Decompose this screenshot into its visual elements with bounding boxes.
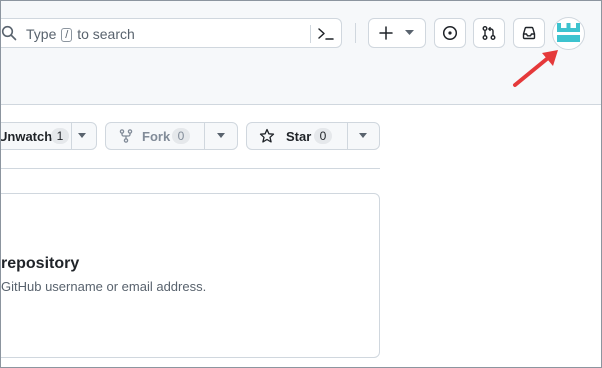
star-icon bbox=[259, 128, 275, 143]
create-new-button[interactable] bbox=[368, 18, 426, 48]
search-placeholder-post: to search bbox=[77, 26, 135, 42]
search-icon bbox=[1, 25, 17, 41]
search-placeholder: Type / to search bbox=[26, 26, 135, 43]
command-palette-icon[interactable] bbox=[317, 26, 335, 42]
fork-count: 0 bbox=[172, 128, 190, 144]
watch-separator bbox=[71, 123, 72, 149]
fork-separator bbox=[204, 123, 205, 149]
watch-button[interactable]: Unwatch 1 bbox=[0, 122, 97, 150]
header-divider bbox=[355, 23, 356, 43]
triangle-down-icon bbox=[405, 30, 414, 35]
search-placeholder-pre: Type bbox=[26, 26, 57, 42]
card-description: GitHub username or email address. bbox=[1, 279, 207, 294]
collaborators-card bbox=[1, 193, 380, 358]
fork-label: Fork bbox=[142, 129, 171, 144]
card-title: repository bbox=[1, 255, 80, 272]
star-count: 0 bbox=[314, 128, 332, 144]
star-separator bbox=[347, 123, 348, 149]
top-header: Type / to search bbox=[1, 1, 601, 105]
section-divider bbox=[1, 168, 380, 169]
star-dropdown-icon[interactable] bbox=[359, 133, 367, 138]
star-button[interactable]: Star 0 bbox=[246, 122, 380, 150]
issue-opened-icon bbox=[442, 25, 458, 41]
inbox-button[interactable] bbox=[513, 18, 545, 48]
search-shortcut-key: / bbox=[61, 28, 73, 42]
watch-label: Unwatch bbox=[0, 129, 53, 144]
issues-button[interactable] bbox=[434, 18, 466, 48]
git-pull-request-icon bbox=[482, 26, 496, 40]
screenshot-frame: Type / to search Unwatch 1 Fork 0 Star 0… bbox=[0, 0, 602, 368]
search-divider bbox=[310, 25, 311, 43]
inbox-icon bbox=[522, 26, 536, 40]
search-input[interactable]: Type / to search bbox=[1, 18, 342, 48]
fork-dropdown-icon[interactable] bbox=[217, 133, 225, 138]
watch-dropdown-icon[interactable] bbox=[78, 133, 86, 138]
pull-requests-button[interactable] bbox=[473, 18, 505, 48]
star-label: Star bbox=[286, 129, 312, 144]
annotation-arrow-icon bbox=[513, 50, 558, 87]
fork-button[interactable]: Fork 0 bbox=[105, 122, 238, 150]
watch-count: 1 bbox=[51, 128, 69, 144]
plus-icon bbox=[379, 26, 393, 40]
repo-forked-icon bbox=[119, 129, 133, 143]
